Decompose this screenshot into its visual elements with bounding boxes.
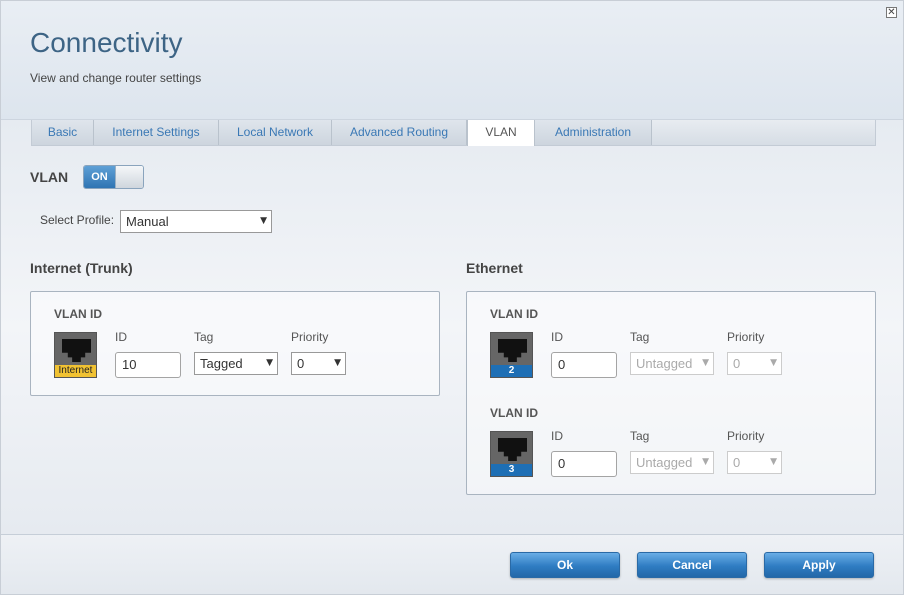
chevron-down-icon: ▼ bbox=[260, 216, 267, 226]
ethernet-port3-priority-label: Priority bbox=[727, 429, 765, 443]
header: ✕ Connectivity View and change router se… bbox=[1, 1, 903, 120]
apply-button[interactable]: Apply bbox=[764, 552, 874, 578]
select-profile-label: Select Profile: bbox=[40, 213, 115, 227]
chevron-down-icon: ▼ bbox=[770, 457, 777, 467]
ethernet-port2-label: 2 bbox=[491, 365, 532, 377]
ethernet-port3-id-label: ID bbox=[551, 429, 563, 443]
tab-vlan[interactable]: VLAN bbox=[467, 120, 535, 146]
ethernet-port3-priority-dropdown: 0 ▼ bbox=[727, 451, 782, 474]
tab-basic[interactable]: Basic bbox=[32, 120, 94, 145]
cancel-button[interactable]: Cancel bbox=[637, 552, 747, 578]
internet-priority-dropdown[interactable]: 0 ▼ bbox=[291, 352, 346, 375]
internet-trunk-title: Internet (Trunk) bbox=[30, 260, 133, 276]
ethernet-port2-id-label: ID bbox=[551, 330, 563, 344]
tab-bar: Basic Internet Settings Local Network Ad… bbox=[31, 120, 876, 146]
ethernet-title: Ethernet bbox=[466, 260, 523, 276]
internet-tag-value: Tagged bbox=[200, 356, 243, 371]
ethernet-port2-tag-value: Untagged bbox=[636, 356, 693, 371]
vlan-toggle-knob[interactable] bbox=[115, 166, 143, 188]
ethernet-port3-tag-value: Untagged bbox=[636, 455, 693, 470]
select-profile-value: Manual bbox=[126, 214, 169, 229]
select-profile-dropdown[interactable]: Manual ▼ bbox=[120, 210, 272, 233]
internet-tag-label: Tag bbox=[194, 330, 214, 344]
chevron-down-icon: ▼ bbox=[702, 457, 709, 467]
tab-advanced-routing[interactable]: Advanced Routing bbox=[332, 120, 467, 145]
ethernet-vlan-panel: VLAN ID 2 ID 0 Tag Untagged ▼ Priority 0… bbox=[466, 291, 876, 495]
internet-vlan-id-title: VLAN ID bbox=[54, 307, 102, 321]
ethernet-port3-vlan-id-title: VLAN ID bbox=[490, 406, 538, 420]
ethernet-port3-tag-dropdown: Untagged ▼ bbox=[630, 451, 714, 474]
tab-administration[interactable]: Administration bbox=[535, 120, 652, 145]
vlan-label: VLAN bbox=[30, 169, 69, 185]
internet-id-label: ID bbox=[115, 330, 127, 344]
ethernet-port2-vlan-id-title: VLAN ID bbox=[490, 307, 538, 321]
vlan-toggle-on-label: ON bbox=[84, 166, 115, 188]
internet-port-label: Internet bbox=[55, 365, 96, 377]
ethernet-jack-icon bbox=[62, 339, 91, 362]
ethernet-port2-icon: 2 bbox=[490, 332, 533, 378]
chevron-down-icon: ▼ bbox=[334, 358, 341, 368]
internet-port-icon: Internet bbox=[54, 332, 97, 378]
ethernet-port2-id-input[interactable]: 0 bbox=[551, 352, 617, 378]
router-settings-window: ✕ Connectivity View and change router se… bbox=[0, 0, 904, 595]
ethernet-port3-priority-value: 0 bbox=[733, 455, 741, 470]
ethernet-port3-tag-label: Tag bbox=[630, 429, 650, 443]
tab-local-network[interactable]: Local Network bbox=[219, 120, 332, 145]
internet-vlan-panel: VLAN ID Internet ID 10 Tag Tagged ▼ Prio… bbox=[30, 291, 440, 396]
ethernet-port2-priority-label: Priority bbox=[727, 330, 765, 344]
ethernet-port2-tag-dropdown: Untagged ▼ bbox=[630, 352, 714, 375]
tab-internet-settings[interactable]: Internet Settings bbox=[94, 120, 219, 145]
page-subtitle: View and change router settings bbox=[30, 71, 202, 85]
ethernet-port3-label: 3 bbox=[491, 464, 532, 476]
vlan-toggle[interactable]: ON bbox=[83, 165, 144, 189]
ethernet-port3-icon: 3 bbox=[490, 431, 533, 477]
ethernet-jack-icon bbox=[498, 339, 527, 362]
chevron-down-icon: ▼ bbox=[770, 358, 777, 368]
chevron-down-icon: ▼ bbox=[702, 358, 709, 368]
chevron-down-icon: ▼ bbox=[266, 358, 273, 368]
ethernet-port3-id-input[interactable]: 0 bbox=[551, 451, 617, 477]
ok-button[interactable]: Ok bbox=[510, 552, 620, 578]
close-icon[interactable]: ✕ bbox=[886, 7, 897, 18]
ethernet-jack-icon bbox=[498, 438, 527, 461]
ethernet-port2-tag-label: Tag bbox=[630, 330, 650, 344]
internet-priority-value: 0 bbox=[297, 356, 305, 371]
ethernet-port2-priority-dropdown: 0 ▼ bbox=[727, 352, 782, 375]
internet-tag-dropdown[interactable]: Tagged ▼ bbox=[194, 352, 278, 375]
page-title: Connectivity bbox=[30, 27, 183, 58]
internet-id-input[interactable]: 10 bbox=[115, 352, 181, 378]
internet-priority-label: Priority bbox=[291, 330, 329, 344]
ethernet-port2-priority-value: 0 bbox=[733, 356, 741, 371]
